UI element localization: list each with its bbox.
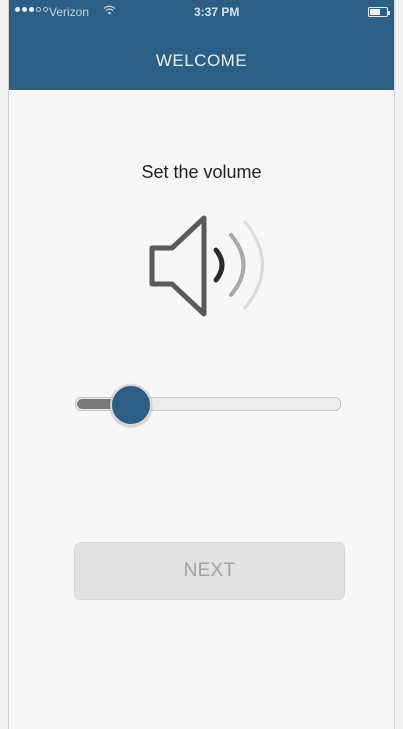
battery-level <box>370 9 380 15</box>
signal-dot <box>15 7 20 12</box>
signal-dot <box>22 7 27 12</box>
slider-thumb[interactable] <box>109 384 152 426</box>
signal-dot-empty <box>36 7 41 12</box>
speaker-volume-icon <box>144 210 284 330</box>
phone-frame: Verizon 3:37 PM WELCOME Set the volume N… <box>0 0 403 729</box>
battery-tip <box>388 11 390 15</box>
wifi-icon <box>103 4 116 18</box>
status-bar: Verizon 3:37 PM <box>9 0 394 24</box>
app-header: Verizon 3:37 PM WELCOME <box>9 0 394 90</box>
carrier-name: Verizon <box>49 5 90 19</box>
page-title: WELCOME <box>155 51 248 70</box>
app-screen: Verizon 3:37 PM WELCOME Set the volume N… <box>9 0 394 729</box>
volume-slider[interactable] <box>75 380 345 426</box>
status-time: 3:37 PM <box>194 5 240 19</box>
device-bezel-right <box>394 0 403 729</box>
next-button[interactable]: NEXT <box>74 542 345 600</box>
signal-dot <box>29 7 34 12</box>
volume-prompt: Set the volume <box>141 162 262 182</box>
device-bezel-left <box>0 0 9 729</box>
signal-dot-empty <box>43 7 48 12</box>
signal-strength-icon <box>15 7 48 12</box>
battery-icon <box>368 7 390 17</box>
